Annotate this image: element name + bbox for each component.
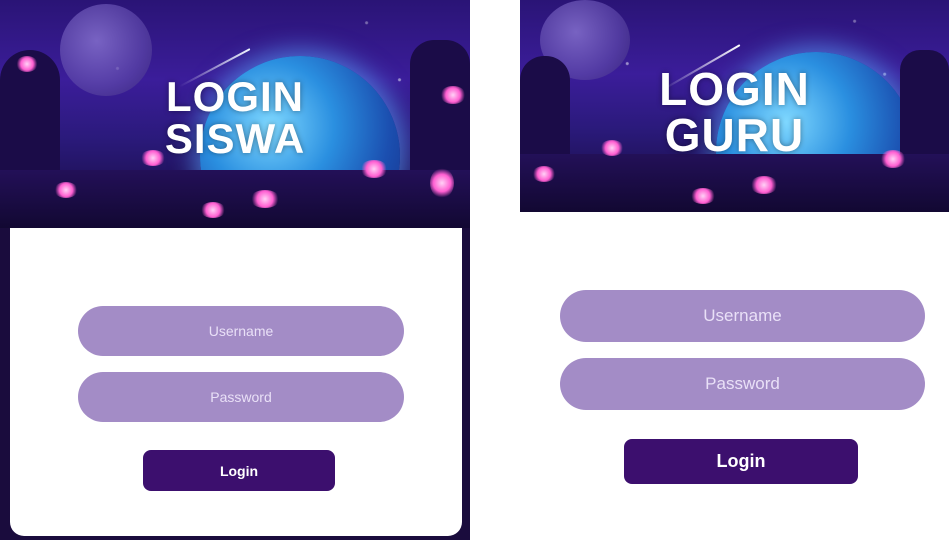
title-line-2: GURU — [664, 109, 805, 161]
space-hero-illustration: LOGIN SISWA — [0, 0, 470, 228]
glow-crystal-illustration — [54, 182, 78, 198]
password-input[interactable] — [78, 372, 404, 422]
login-siswa-screen: LOGIN SISWA Login — [0, 0, 470, 540]
title-line-1: LOGIN — [166, 73, 304, 120]
title-line-1: LOGIN — [659, 63, 810, 115]
glow-crystal-illustration — [430, 168, 454, 198]
login-button[interactable]: Login — [143, 450, 335, 491]
login-guru-screen: LOGIN GURU Login — [520, 0, 949, 540]
glow-crystal-illustration — [200, 202, 226, 218]
glow-crystal-illustration — [532, 166, 556, 182]
page-title: LOGIN SISWA — [0, 76, 470, 160]
page-title: LOGIN GURU — [520, 66, 949, 158]
space-hero-illustration: LOGIN GURU — [520, 0, 949, 212]
title-line-2: SISWA — [164, 115, 306, 162]
glow-crystal-illustration — [250, 190, 280, 208]
password-input[interactable] — [560, 358, 925, 410]
ground-illustration — [0, 170, 470, 228]
glow-crystal-illustration — [690, 188, 716, 204]
glow-crystal-illustration — [360, 160, 388, 178]
username-input[interactable] — [78, 306, 404, 356]
login-button[interactable]: Login — [624, 439, 858, 484]
glow-crystal-illustration — [16, 56, 38, 72]
username-input[interactable] — [560, 290, 925, 342]
glow-crystal-illustration — [750, 176, 778, 194]
